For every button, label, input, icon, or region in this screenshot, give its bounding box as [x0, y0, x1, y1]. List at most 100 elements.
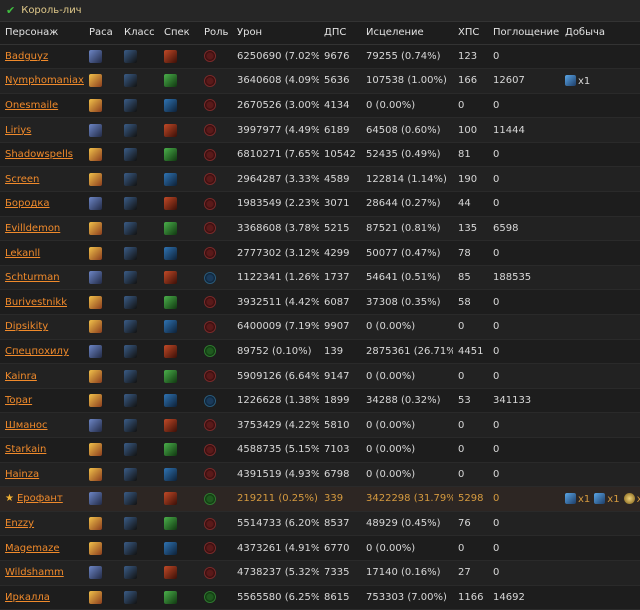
col-header-healing[interactable]: Исцеление: [361, 22, 453, 45]
spec-icon: [164, 74, 177, 88]
cell-damage: 5514733 (6.20%): [237, 518, 319, 530]
cell-class: [119, 438, 159, 463]
cell-class: [119, 265, 159, 290]
spec-icon: [164, 369, 177, 383]
loot-count: x1: [578, 493, 591, 505]
cell-hps: 81: [458, 149, 471, 161]
table-row: Бородка 1983549 (2.23%) 3071 28644 (0.27%) 4…: [0, 192, 640, 217]
character-link[interactable]: Topar: [5, 395, 32, 406]
cell-character: Hainza: [0, 462, 84, 487]
character-link[interactable]: Ерофант: [17, 493, 63, 504]
cell-class: [119, 388, 159, 413]
cell-dps: 4299: [324, 247, 350, 259]
character-link[interactable]: Kainra: [5, 371, 37, 382]
cell-damage: 6400009 (7.19%): [237, 321, 319, 333]
class-icon: [124, 221, 137, 235]
col-header-class[interactable]: Класс: [119, 22, 159, 45]
cell-dps: 339: [324, 493, 344, 505]
cell-race: [84, 241, 119, 266]
col-header-character[interactable]: Персонаж: [0, 22, 84, 45]
cell-hps: 58: [458, 296, 471, 308]
col-header-hps[interactable]: ХПС: [453, 22, 488, 45]
character-link[interactable]: Schturman: [5, 272, 60, 283]
col-header-spec[interactable]: Спек: [159, 22, 199, 45]
cell-character: Wildshamm: [0, 560, 84, 585]
cell-damage: 3932511 (4.42%): [237, 296, 319, 308]
encounter-header: ✔ Король-лич: [0, 0, 640, 22]
loot-item-icon[interactable]: [565, 75, 576, 87]
character-link[interactable]: Hainza: [5, 469, 39, 480]
character-link[interactable]: Burivestnikk: [5, 297, 67, 308]
cell-loot: [560, 216, 640, 241]
cell-absorb: 12607: [493, 75, 525, 87]
character-link[interactable]: Evilldemon: [5, 223, 60, 234]
character-link[interactable]: Иркалла: [5, 592, 50, 603]
cell-dps: 4134: [324, 99, 350, 111]
cell-class: [119, 167, 159, 192]
cell-class: [119, 560, 159, 585]
col-header-role[interactable]: Роль: [199, 22, 232, 45]
character-link[interactable]: Шманос: [5, 420, 48, 431]
col-header-dps[interactable]: ДПС: [319, 22, 361, 45]
table-row: Спецпохилу 89752 (0.10%) 139 2875361 (26.71…: [0, 339, 640, 364]
cell-loot: x1: [560, 69, 640, 94]
loot-item-icon[interactable]: [594, 493, 606, 505]
cell-class: [119, 142, 159, 167]
character-link[interactable]: Wildshamm: [5, 567, 64, 578]
cell-role: [199, 487, 232, 512]
cell-character: Kainra: [0, 364, 84, 389]
cell-absorb: 0: [493, 468, 500, 480]
character-link[interactable]: Enzzy: [5, 518, 34, 529]
race-icon: [89, 74, 102, 88]
table-row: Kainra 5909126 (6.64%) 9147 0 (0.00%) 0 0: [0, 363, 640, 389]
cell-healing: 0 (0.00%): [366, 444, 416, 456]
cell-absorb: 0: [493, 198, 500, 210]
character-link[interactable]: Lekanll: [5, 248, 40, 259]
cell-healing: 0 (0.00%): [366, 99, 416, 111]
character-link[interactable]: Бородка: [5, 198, 50, 209]
check-icon: ✔: [6, 4, 16, 17]
character-link[interactable]: Screen: [5, 174, 39, 185]
cell-spec: [159, 560, 199, 585]
character-link[interactable]: Nymphomaniax: [5, 75, 84, 86]
character-link[interactable]: Onesmaile: [5, 100, 58, 111]
col-header-absorb[interactable]: Поглощение: [488, 22, 560, 45]
cell-character: Бородка: [0, 192, 84, 217]
col-header-damage[interactable]: Урон: [232, 22, 319, 45]
cell-loot: [560, 438, 640, 463]
character-link[interactable]: Starkain: [5, 444, 46, 455]
cell-character: Topar: [0, 388, 84, 413]
cell-dps: 8615: [324, 591, 350, 603]
cell-character: Lekanll: [0, 241, 84, 266]
cell-loot: [560, 118, 640, 143]
cell-class: [119, 364, 159, 389]
character-link[interactable]: Shadowspells: [5, 149, 73, 160]
role-icon: [204, 148, 216, 161]
loot-item-icon[interactable]: [623, 493, 635, 505]
loot-item-icon[interactable]: [565, 493, 576, 505]
col-header-loot[interactable]: Добыча: [560, 22, 640, 45]
character-link[interactable]: Liriys: [5, 125, 31, 136]
cell-damage: 5909126 (6.64%): [237, 370, 319, 382]
character-link[interactable]: Dipsikity: [5, 321, 48, 332]
cell-role: [199, 585, 232, 610]
race-icon: [89, 172, 102, 186]
class-icon: [124, 443, 137, 457]
cell-spec: [159, 388, 199, 413]
cell-race: [84, 462, 119, 487]
cell-character: Enzzy: [0, 511, 84, 536]
cell-hps: 0: [458, 444, 465, 456]
role-icon: [204, 517, 216, 530]
spec-icon: [164, 320, 177, 334]
class-icon: [124, 467, 137, 481]
cell-dps: 5810: [324, 419, 350, 431]
character-link[interactable]: Magemaze: [5, 543, 60, 554]
cell-character: Onesmaile: [0, 93, 84, 118]
character-link[interactable]: Спецпохилу: [5, 346, 69, 357]
loot-count: x1: [607, 493, 620, 505]
cell-absorb: 0: [493, 99, 500, 111]
spec-icon: [164, 492, 177, 506]
col-header-race[interactable]: Раса: [84, 22, 119, 45]
character-link[interactable]: Badguyz: [5, 51, 48, 62]
role-icon: [204, 124, 216, 137]
